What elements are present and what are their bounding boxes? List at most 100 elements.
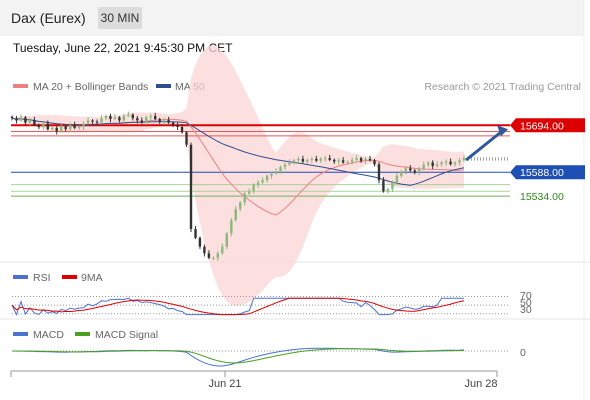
candle-body bbox=[297, 158, 300, 161]
candle-body bbox=[33, 119, 36, 125]
candle-body bbox=[149, 115, 152, 118]
rsi-level-30: 30 bbox=[520, 304, 532, 316]
candle-body bbox=[51, 127, 54, 130]
candle-body bbox=[95, 121, 99, 123]
level-label: 15588.00 bbox=[520, 167, 564, 179]
macd-legend: MACD MACD Signal bbox=[13, 329, 158, 341]
candle-body bbox=[364, 158, 367, 161]
copyright-text: Research © 2021 Trading Central bbox=[424, 81, 581, 93]
legend-swatch-rsi-ma bbox=[62, 275, 77, 279]
candle-body bbox=[418, 169, 421, 173]
candle-body bbox=[359, 158, 363, 161]
candle-body bbox=[395, 175, 399, 183]
candle-body bbox=[42, 123, 45, 127]
candle-body bbox=[15, 118, 18, 121]
candle-body bbox=[404, 168, 407, 172]
candle-body bbox=[77, 127, 81, 128]
candle-body bbox=[386, 189, 390, 192]
candle-body bbox=[10, 116, 14, 119]
price-legend: MA 20 + Bollinger Bands MA 50 bbox=[13, 81, 205, 93]
candle-body bbox=[279, 166, 282, 172]
x-axis: Jun 21 Jun 28 bbox=[10, 370, 498, 390]
candle-body bbox=[274, 171, 278, 174]
legend-swatch-macd bbox=[13, 332, 28, 336]
candle-body bbox=[462, 158, 466, 161]
candle-body bbox=[140, 120, 143, 123]
candle-body bbox=[230, 220, 233, 234]
candle-body bbox=[64, 126, 67, 130]
candle-body bbox=[310, 158, 313, 160]
legend-label-macd: MACD bbox=[33, 329, 64, 341]
legend-label-macd-signal: MACD Signal bbox=[95, 329, 158, 341]
candle-body bbox=[239, 202, 242, 209]
candle-body bbox=[243, 193, 246, 203]
candle-body bbox=[400, 171, 403, 176]
candle-body bbox=[46, 123, 49, 130]
candle-body bbox=[28, 119, 32, 123]
candle-body bbox=[435, 164, 439, 167]
candle-body bbox=[145, 117, 148, 123]
candle-body bbox=[413, 170, 416, 173]
candle-body bbox=[19, 117, 23, 121]
candle-body bbox=[24, 117, 27, 123]
candle-body bbox=[382, 180, 385, 192]
candle-body bbox=[261, 180, 264, 183]
rsi-panel bbox=[11, 295, 510, 316]
candle-body bbox=[373, 160, 376, 165]
candle-body bbox=[306, 159, 309, 162]
candle-body bbox=[109, 115, 112, 119]
candle-body bbox=[69, 124, 72, 130]
candle-body bbox=[444, 161, 448, 163]
chart-svg: MA 20 + Bollinger Bands MA 50 Research ©… bbox=[0, 0, 590, 400]
candle-body bbox=[171, 122, 175, 125]
candle-body bbox=[265, 175, 269, 181]
candle-body bbox=[189, 144, 193, 229]
candle-body bbox=[270, 173, 273, 176]
candle-body bbox=[337, 160, 340, 162]
candle-body bbox=[82, 123, 85, 127]
macd-panel bbox=[11, 347, 510, 367]
candle-body bbox=[176, 124, 179, 127]
candle-body bbox=[131, 114, 134, 119]
rsi-legend: RSI 9MA bbox=[13, 272, 103, 284]
candle-body bbox=[328, 158, 331, 160]
candle-body bbox=[216, 253, 219, 258]
legend-swatch-macd-signal bbox=[75, 332, 90, 336]
candle-body bbox=[203, 246, 206, 254]
candle-body bbox=[167, 119, 170, 123]
candle-body bbox=[301, 158, 305, 162]
macd-level-0: 0 bbox=[520, 347, 526, 359]
candle-body bbox=[449, 161, 452, 165]
candle-body bbox=[234, 209, 237, 221]
candle-body bbox=[221, 246, 224, 254]
candle-body bbox=[333, 159, 336, 162]
legend-swatch-ma50 bbox=[156, 84, 171, 88]
candle-body bbox=[104, 115, 108, 119]
candle-body bbox=[288, 162, 291, 165]
candle-body bbox=[256, 182, 260, 185]
candle-body bbox=[283, 164, 287, 167]
candle-body bbox=[185, 132, 188, 145]
candle-body bbox=[346, 161, 349, 163]
candle-body bbox=[319, 158, 322, 161]
candle-body bbox=[225, 233, 228, 247]
candle-body bbox=[248, 191, 251, 194]
candle-body bbox=[341, 160, 345, 163]
candle-body bbox=[118, 117, 121, 121]
candle-body bbox=[73, 124, 76, 128]
legend-label-rsi: RSI bbox=[33, 272, 51, 284]
x-tick-label: Jun 21 bbox=[208, 378, 241, 390]
candle-body bbox=[440, 162, 443, 165]
candle-body bbox=[212, 257, 215, 259]
candle-body bbox=[136, 118, 139, 121]
candle-body bbox=[194, 229, 197, 238]
candle-body bbox=[100, 118, 103, 123]
macd-signal-line bbox=[12, 348, 465, 364]
candle-body bbox=[180, 127, 184, 133]
candle-body bbox=[55, 127, 58, 132]
legend-swatch-rsi bbox=[13, 275, 28, 279]
candle-body bbox=[37, 124, 40, 127]
legend-label-ma20: MA 20 + Bollinger Bands bbox=[33, 81, 148, 93]
candle-body bbox=[252, 184, 255, 192]
candle-body bbox=[86, 120, 90, 124]
